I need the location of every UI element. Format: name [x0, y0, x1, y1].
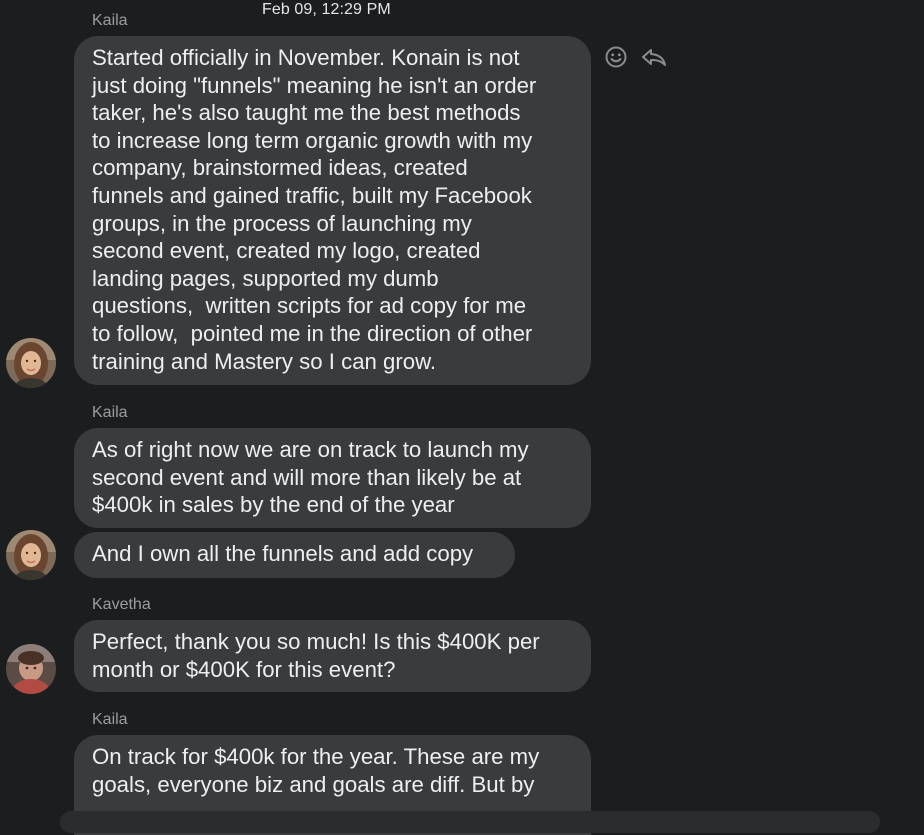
- avatar[interactable]: [6, 530, 56, 580]
- smiley-icon[interactable]: [604, 45, 628, 74]
- sender-name: Kaila: [92, 404, 128, 421]
- conversation-timestamp: Feb 09, 12:29 PM: [262, 1, 391, 18]
- reply-icon[interactable]: [640, 45, 668, 74]
- message-bubble[interactable]: Started officially in November. Konain i…: [74, 36, 591, 385]
- sender-name: Kavetha: [92, 596, 151, 613]
- avatar[interactable]: [6, 338, 56, 388]
- avatar[interactable]: [6, 644, 56, 694]
- sender-name: Kaila: [92, 12, 128, 29]
- message-composer[interactable]: [60, 811, 880, 833]
- sender-name: Kaila: [92, 711, 128, 728]
- message-bubble[interactable]: And I own all the funnels and add copy: [74, 532, 515, 578]
- message-actions: [604, 45, 668, 74]
- message-bubble[interactable]: As of right now we are on track to launc…: [74, 428, 591, 528]
- message-bubble[interactable]: Perfect, thank you so much! Is this $400…: [74, 620, 591, 692]
